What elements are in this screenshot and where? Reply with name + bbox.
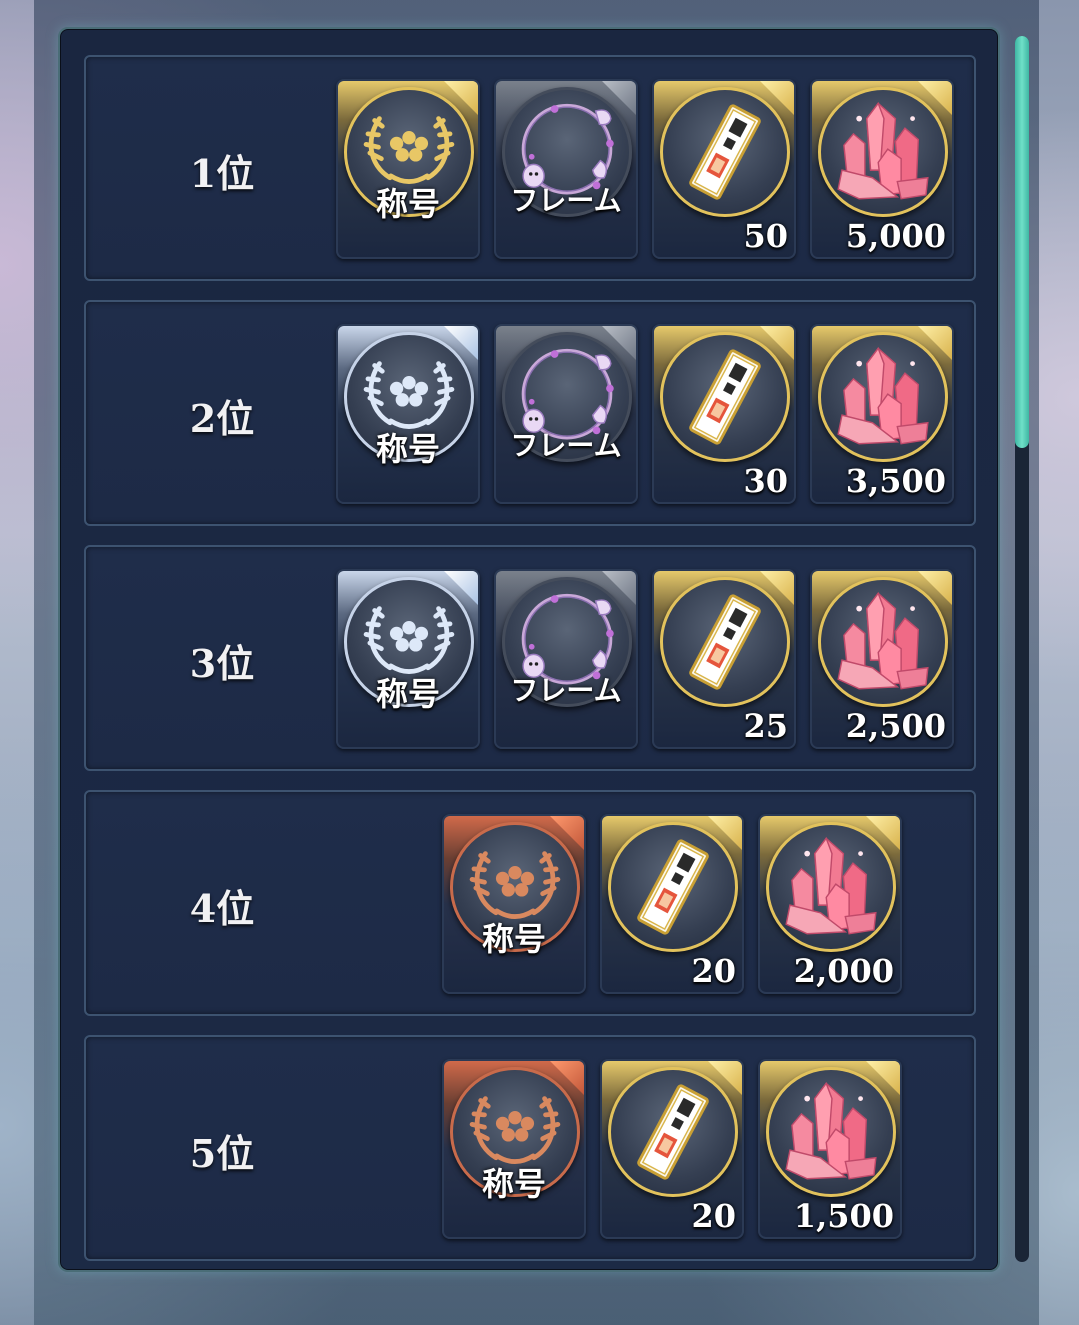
rank-label: 1位 <box>189 150 255 196</box>
reward-item-crystal[interactable]: 3,500 <box>810 324 954 504</box>
pink-crystal-icon <box>818 332 948 462</box>
reward-item-title[interactable]: 称号 <box>442 814 586 994</box>
pink-crystal-icon <box>766 1067 896 1197</box>
reward-item-frame[interactable]: フレーム <box>494 324 638 504</box>
reward-row: 3位 称号 フレーム 25 2,500 <box>84 545 976 771</box>
reward-item-title[interactable]: 称号 <box>336 569 480 749</box>
reward-item-ticket[interactable]: 25 <box>652 569 796 749</box>
reward-row: 1位 称号 フレーム 50 5,000 <box>84 55 976 281</box>
reward-item-quantity: 1,500 <box>793 1197 894 1235</box>
ticket-icon <box>660 87 790 217</box>
pink-crystal-icon <box>818 577 948 707</box>
reward-item-label: 称号 <box>481 1165 546 1203</box>
scrollbar-thumb[interactable] <box>1015 36 1029 448</box>
reward-item-ticket[interactable]: 20 <box>600 814 744 994</box>
rank-label: 3位 <box>189 640 255 686</box>
ranking-rewards-panel: 1位 称号 フレーム 50 5,000 2位 称号 フレーム 30 3,500 … <box>58 27 1000 1272</box>
rank-label: 5位 <box>189 1130 255 1176</box>
rank-label: 4位 <box>189 885 255 931</box>
reward-item-quantity: 50 <box>743 217 788 255</box>
reward-item-quantity: 5,000 <box>845 217 946 255</box>
reward-item-quantity: 3,500 <box>845 462 946 500</box>
ticket-icon <box>608 1067 738 1197</box>
rank-label: 2位 <box>189 395 255 441</box>
reward-item-quantity: 30 <box>743 462 788 500</box>
reward-item-label: フレーム <box>510 184 622 217</box>
reward-item-label: 称号 <box>481 920 546 958</box>
reward-item-label: フレーム <box>510 674 622 707</box>
reward-item-quantity: 20 <box>691 1197 736 1235</box>
reward-item-crystal[interactable]: 5,000 <box>810 79 954 259</box>
reward-row: 2位 称号 フレーム 30 3,500 <box>84 300 976 526</box>
reward-item-label: 称号 <box>375 430 440 468</box>
reward-row: 5位 称号 20 1,500 <box>84 1035 976 1261</box>
reward-row: 4位 称号 20 2,000 <box>84 790 976 1016</box>
reward-item-title[interactable]: 称号 <box>442 1059 586 1239</box>
pink-crystal-icon <box>766 822 896 952</box>
reward-item-quantity: 2,000 <box>793 952 894 990</box>
reward-item-frame[interactable]: フレーム <box>494 79 638 259</box>
reward-item-quantity: 25 <box>743 707 788 745</box>
reward-item-crystal[interactable]: 1,500 <box>758 1059 902 1239</box>
reward-item-ticket[interactable]: 50 <box>652 79 796 259</box>
scrollbar[interactable] <box>1015 36 1029 1262</box>
reward-item-crystal[interactable]: 2,500 <box>810 569 954 749</box>
ticket-icon <box>660 577 790 707</box>
reward-item-ticket[interactable]: 30 <box>652 324 796 504</box>
reward-item-label: 称号 <box>375 675 440 713</box>
reward-item-title[interactable]: 称号 <box>336 79 480 259</box>
reward-item-label: フレーム <box>510 429 622 462</box>
reward-item-title[interactable]: 称号 <box>336 324 480 504</box>
reward-item-crystal[interactable]: 2,000 <box>758 814 902 994</box>
reward-item-quantity: 20 <box>691 952 736 990</box>
reward-item-ticket[interactable]: 20 <box>600 1059 744 1239</box>
reward-item-quantity: 2,500 <box>845 707 946 745</box>
ticket-icon <box>608 822 738 952</box>
ticket-icon <box>660 332 790 462</box>
reward-item-label: 称号 <box>375 185 440 223</box>
reward-item-frame[interactable]: フレーム <box>494 569 638 749</box>
pink-crystal-icon <box>818 87 948 217</box>
